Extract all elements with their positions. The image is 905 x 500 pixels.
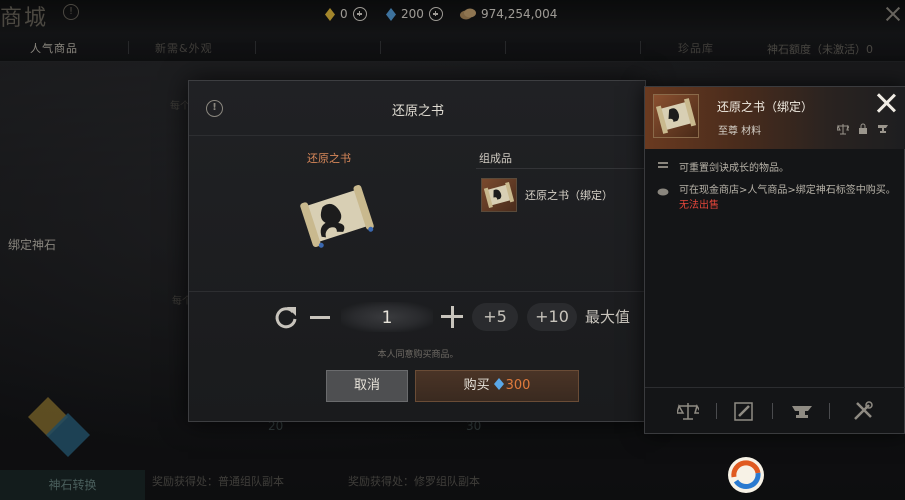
quantity-value: 1 xyxy=(381,308,393,328)
tooltip-close-icon[interactable] xyxy=(876,93,896,113)
balance-icon[interactable] xyxy=(677,400,699,422)
cloud-icon xyxy=(657,188,669,196)
anvil-icon xyxy=(878,125,888,133)
divider xyxy=(476,168,647,169)
balance-icon xyxy=(837,124,849,135)
edit-icon[interactable] xyxy=(733,400,755,422)
tooltip-subtitle: 至尊 材料 xyxy=(718,126,762,137)
dialog-title: 还原之书 xyxy=(391,104,444,119)
tooltip-item-icon xyxy=(653,94,699,138)
cancel-button[interactable]: 取消 xyxy=(326,370,408,402)
info-icon[interactable]: ! xyxy=(206,100,223,117)
tooltip-desc-1: 可重置剑诀成长的物品。 xyxy=(679,163,789,174)
lock-icon xyxy=(859,123,867,134)
tooltip-desc-2: 可在现金商店>人气商品>绑定神石标签中购买。 xyxy=(679,185,896,196)
component-name: 还原之书（绑定） xyxy=(525,189,613,202)
watermark-logo-icon xyxy=(728,457,764,493)
reset-icon[interactable] xyxy=(273,304,299,330)
quantity-selector: 1 +5 +10 最大值 xyxy=(189,301,647,335)
tooltip-action-bar xyxy=(645,387,905,435)
buy-label: 购买 xyxy=(463,378,490,393)
buy-button[interactable]: 购买 300 xyxy=(415,370,579,402)
composition-label: 组成品 xyxy=(479,152,512,165)
scroll-icon xyxy=(655,98,697,134)
divider xyxy=(189,135,647,136)
max-button[interactable]: 最大值 xyxy=(585,306,630,327)
list-icon xyxy=(658,162,668,168)
buy-price: 300 xyxy=(505,378,531,393)
tooltip-header: 还原之书（绑定） 至尊 材料 xyxy=(645,87,905,149)
quantity-input[interactable]: 1 xyxy=(341,302,433,332)
add-5-button[interactable]: +5 xyxy=(472,303,518,331)
scroll-item-icon[interactable] xyxy=(296,183,378,249)
decrease-button[interactable] xyxy=(307,304,333,330)
item-name: 还原之书 xyxy=(307,152,351,165)
scroll-small-icon xyxy=(483,181,515,209)
component-item-icon[interactable] xyxy=(481,178,517,212)
tooltip-title: 还原之书（绑定） xyxy=(717,100,814,114)
item-tooltip: 还原之书（绑定） 至尊 材料 可重置剑诀成长的物品。 可在现金商店>人气商品>绑… xyxy=(644,86,905,434)
tools-icon[interactable] xyxy=(852,400,874,422)
blue-gem-icon xyxy=(493,378,504,390)
anvil-icon[interactable] xyxy=(791,400,813,422)
add-10-button[interactable]: +10 xyxy=(527,303,577,331)
tooltip-info-block: 可在现金商店>人气商品>绑定神石标签中购买。 无法出售 xyxy=(657,184,897,213)
agree-text: 本人同意购买商品。 xyxy=(377,350,459,360)
tooltip-desc-row: 可重置剑诀成长的物品。 xyxy=(657,159,789,174)
increase-button[interactable] xyxy=(439,304,465,330)
divider xyxy=(189,291,647,292)
tooltip-warning: 无法出售 xyxy=(679,200,719,211)
purchase-dialog: 还原之书 ! 还原之书 组成品 还原之书（绑定） 1 +5 +10 最大值 本人… xyxy=(188,80,647,422)
